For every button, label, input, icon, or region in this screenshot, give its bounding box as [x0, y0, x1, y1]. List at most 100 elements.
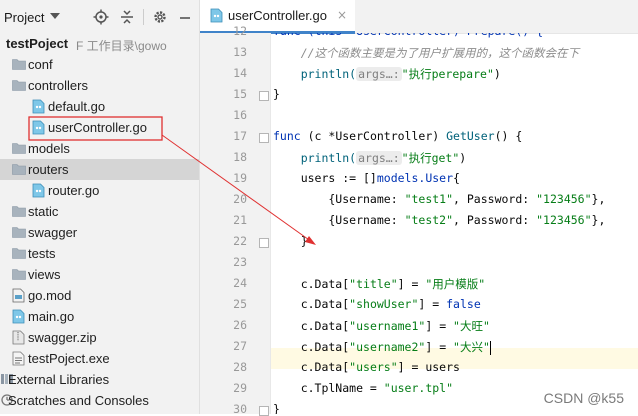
project-panel: Project testPoject F 工作目录\gowo conf control… — [0, 0, 200, 414]
folder-icon — [12, 248, 26, 259]
code-line: c.Data["title"] = "用户模版" — [273, 277, 486, 291]
tree-item-label: static — [28, 204, 59, 219]
tree-item-label: testPoject — [6, 36, 69, 51]
line-number-gutter: 12 13 14 15 16 17 18 19 20 21 22 23 24 25 26 27 28 29 30 — [200, 24, 271, 416]
line-number: 14 — [233, 66, 247, 80]
fold-toggle-icon[interactable] — [259, 406, 269, 416]
folder-icon — [12, 206, 26, 217]
line-number: 22 — [233, 234, 247, 248]
tree-item[interactable]: External Libraries — [0, 369, 199, 390]
fold-toggle-icon[interactable] — [259, 91, 269, 101]
folder-icon — [12, 80, 26, 91]
tree-item-path: F 工作目录\gowo — [76, 39, 167, 53]
tree-item[interactable]: models — [0, 138, 199, 159]
tree-item[interactable]: default.go — [0, 96, 199, 117]
tree-item-label: routers — [28, 162, 69, 177]
line-number: 13 — [233, 45, 247, 59]
code-line: println(args…: "执行get") — [300, 151, 467, 165]
code-line: c.Data["users"] = users — [273, 360, 460, 374]
go-file-icon — [12, 309, 25, 324]
tree-item-label: default.go — [48, 99, 106, 114]
line-number: 12 — [233, 24, 247, 38]
line-number: 17 — [233, 129, 247, 143]
line-number: 27 — [233, 339, 247, 353]
tree-item-label: router.go — [48, 183, 100, 198]
folder-icon — [12, 269, 26, 280]
line-number: 19 — [233, 171, 247, 185]
tree-item[interactable]: conf — [0, 54, 199, 75]
tree-item-label: tests — [28, 246, 56, 261]
tree-item-label: views — [28, 267, 61, 282]
line-number: 23 — [233, 255, 247, 269]
line-number: 20 — [233, 192, 247, 206]
tree-item[interactable]: Scratches and Consoles — [0, 390, 199, 411]
line-number: 29 — [233, 381, 247, 395]
tree-item[interactable]: controllers — [0, 75, 199, 96]
tree-item-label: main.go — [28, 309, 75, 324]
go-file-icon — [32, 120, 45, 135]
line-number: 16 — [233, 108, 247, 122]
code-line: c.Data["username1"] = "大旺" — [273, 319, 490, 333]
tree-item-label: External Libraries — [8, 372, 110, 387]
archive-icon — [12, 330, 25, 345]
editor-tab-bar: userController.go × — [200, 0, 638, 34]
go-file-icon — [32, 183, 45, 198]
code-editor: userController.go × 12 13 14 15 16 17 18 19 20 21… — [200, 0, 638, 416]
tree-item-label: models — [28, 141, 70, 156]
code-line: users := []models.User{ — [273, 171, 460, 185]
project-view-selector[interactable]: Project — [4, 10, 44, 25]
folder-icon — [12, 227, 26, 238]
tree-item[interactable]: tests — [0, 243, 199, 264]
watermark: CSDN @k55 — [543, 390, 624, 406]
fold-toggle-icon[interactable] — [259, 133, 269, 143]
folder-icon — [12, 59, 26, 70]
tree-item[interactable]: swagger — [0, 222, 199, 243]
tree-item[interactable]: routers — [0, 159, 199, 180]
tree-item[interactable]: testPoject F 工作目录\gowo — [0, 33, 199, 54]
go-file-icon — [210, 8, 223, 23]
go-file-icon — [32, 99, 45, 114]
tree-item[interactable]: main.go — [0, 306, 199, 327]
tab-label: userController.go — [228, 8, 327, 23]
line-number: 28 — [233, 360, 247, 374]
code-line: func (this *UserController) Prepare() { — [273, 33, 543, 38]
go-mod-icon — [12, 288, 25, 303]
gear-icon[interactable] — [152, 9, 168, 25]
tree-item-label: userController.go — [48, 120, 147, 135]
tree-item[interactable]: go.mod — [0, 285, 199, 306]
line-number: 21 — [233, 213, 247, 227]
chevron-down-icon[interactable] — [50, 13, 60, 19]
fold-toggle-icon[interactable] — [259, 238, 269, 248]
code-line: } — [273, 402, 280, 414]
code-line: {Username: "test1", Password: "123456"}, — [273, 192, 606, 206]
code-line: func (c *UserController) GetUser() { — [273, 129, 523, 143]
executable-icon — [12, 351, 25, 366]
line-number: 15 — [233, 87, 247, 101]
tree-item-label: swagger.zip — [28, 330, 97, 345]
tree-item-label: conf — [28, 57, 53, 72]
locate-icon[interactable] — [93, 9, 109, 25]
tree-item[interactable]: router.go — [0, 180, 199, 201]
tree-item[interactable]: views — [0, 264, 199, 285]
tree-item[interactable]: swagger.zip — [0, 327, 199, 348]
close-icon[interactable]: × — [337, 8, 347, 22]
tree-item[interactable]: testPoject.exe — [0, 348, 199, 369]
line-number: 26 — [233, 318, 247, 332]
collapse-all-icon[interactable] — [119, 9, 135, 25]
minimize-icon[interactable] — [177, 9, 193, 25]
tree-item-label: Scratches and Consoles — [8, 393, 149, 408]
folder-icon — [12, 164, 26, 175]
code-line: //这个函数主要是为了用户扩展用的，这个函数会在下 — [300, 46, 580, 60]
tree-item[interactable]: userController.go — [0, 117, 199, 138]
tree-item[interactable]: static — [0, 201, 199, 222]
toolbar-divider — [143, 9, 144, 25]
line-number: 25 — [233, 297, 247, 311]
code-line: {Username: "test2", Password: "123456"}, — [273, 213, 606, 227]
code-line: c.Data["showUser"] = false — [273, 297, 481, 311]
code-line: c.TplName = "user.tpl" — [273, 381, 454, 395]
code-area[interactable]: func (this *UserController) Prepare() { … — [271, 33, 638, 414]
line-number: 24 — [233, 276, 247, 290]
tree-item-label: controllers — [28, 78, 88, 93]
line-number: 18 — [233, 150, 247, 164]
code-line: println(args…: "执行perepare") — [300, 67, 501, 81]
